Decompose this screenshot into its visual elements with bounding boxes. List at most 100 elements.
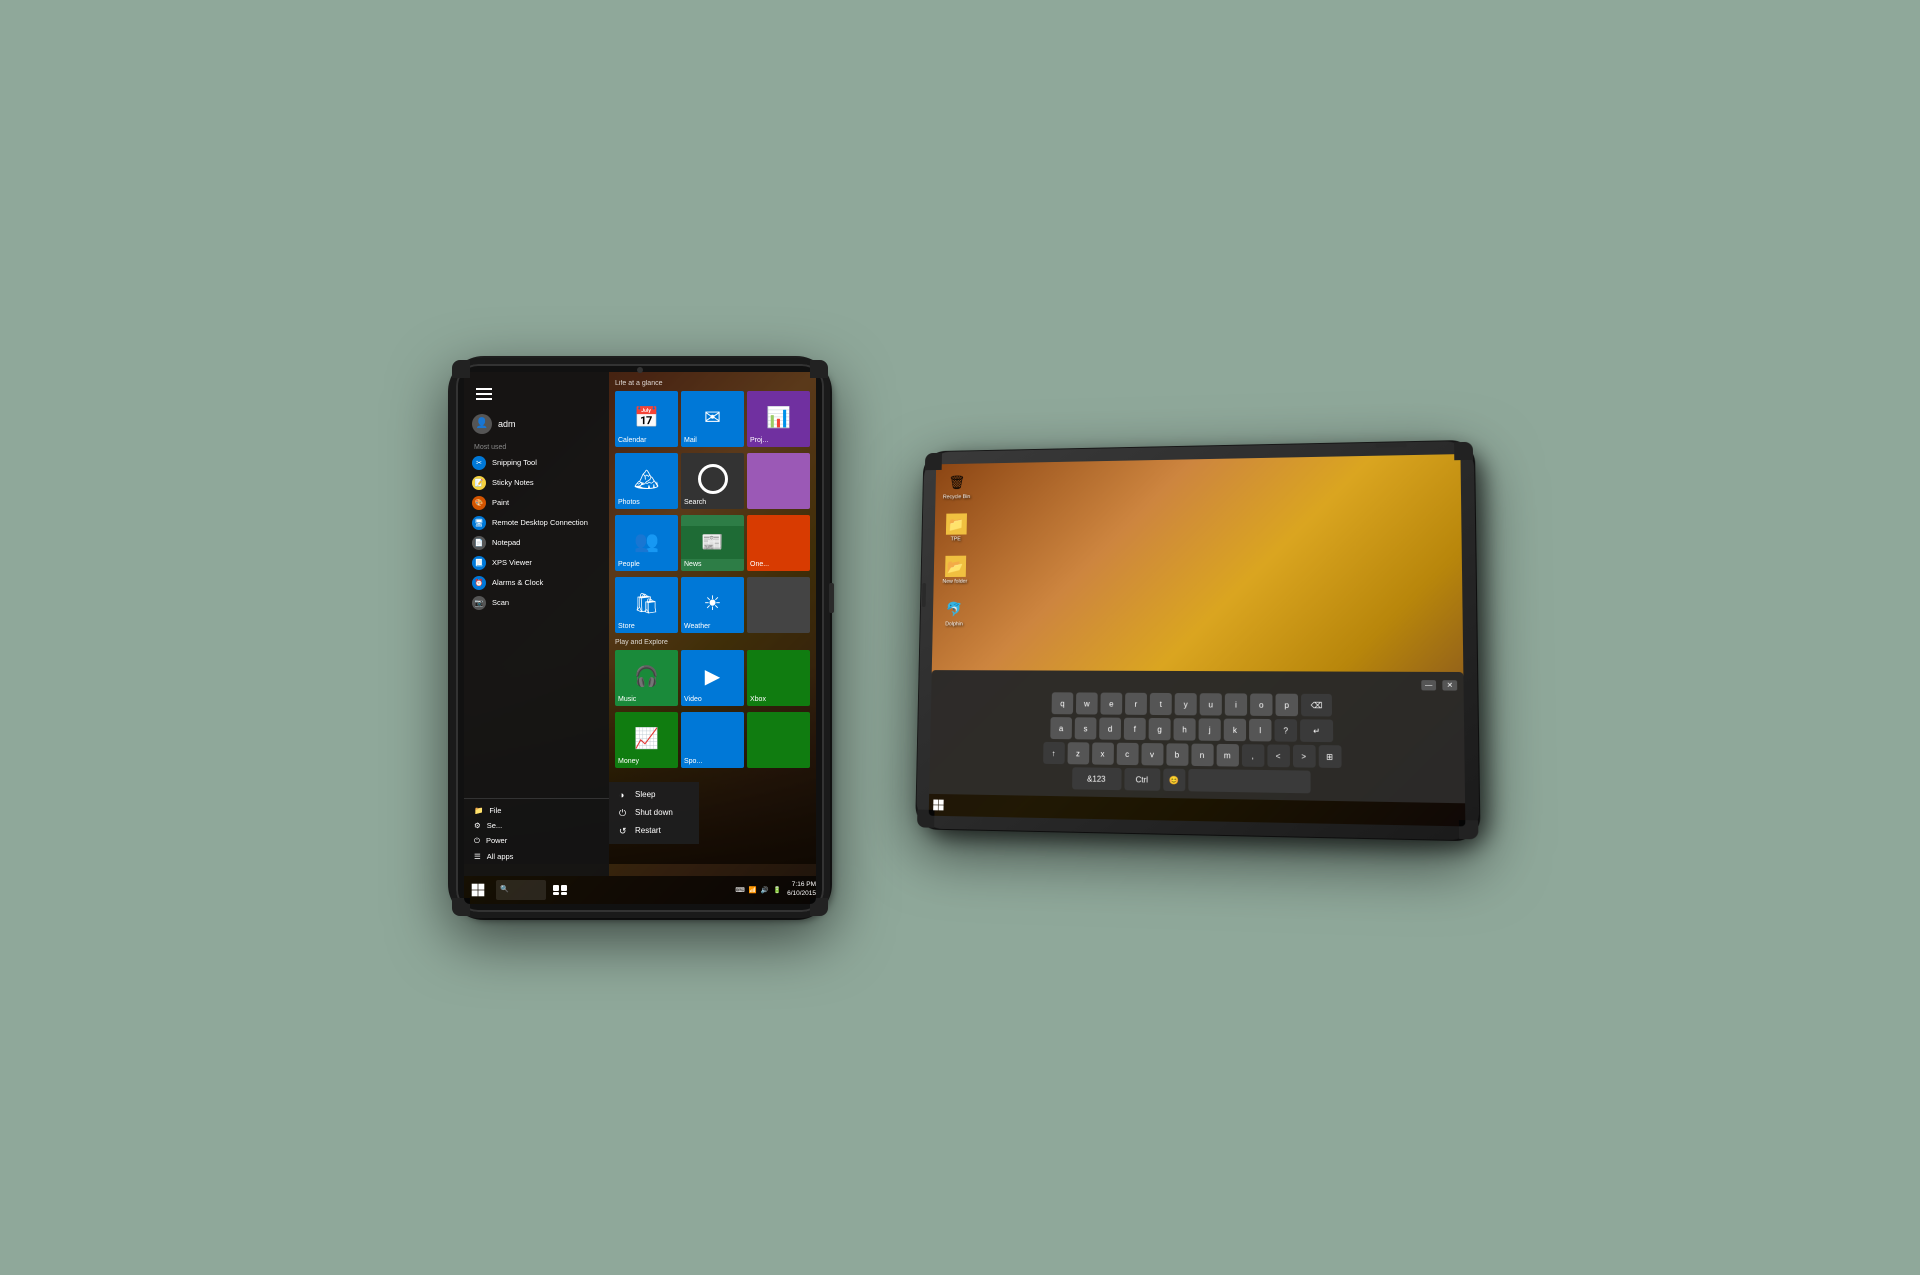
desktop-icon-recycle[interactable]: 🗑 Recycle Bin [943, 471, 971, 500]
key-s[interactable]: s [1075, 717, 1097, 739]
hamburger-menu-icon[interactable] [472, 384, 496, 404]
file-explorer-item[interactable]: 📁 File [464, 803, 609, 818]
app-item-xps[interactable]: 📃 XPS Viewer [464, 553, 609, 573]
app-item-stickynotes[interactable]: 📝 Sticky Notes [464, 473, 609, 493]
restart-option[interactable]: ↺ Restart [609, 822, 699, 840]
key-space[interactable] [1188, 768, 1310, 792]
key-left-arrow[interactable]: < [1267, 744, 1290, 767]
key-layout[interactable]: ⊞ [1318, 745, 1341, 768]
key-right-arrow[interactable]: > [1292, 744, 1315, 767]
keyboard-row-3: ↑ z x c v b n m , < > ⊞ [936, 740, 1459, 769]
key-comma[interactable]: , [1241, 744, 1263, 767]
tile-proj[interactable]: 📊 Proj... [747, 391, 810, 447]
task-view-button[interactable] [550, 880, 570, 900]
tile-mail[interactable]: ✉ Mail [681, 391, 744, 447]
keyboard-row-2: a s d f g h j k l ? ↵ [936, 716, 1458, 743]
tile-news[interactable]: 📰 News [681, 515, 744, 571]
key-z[interactable]: z [1067, 742, 1089, 764]
osk-minimize-button[interactable]: — [1421, 680, 1436, 690]
app-item-rdc[interactable]: 🖥 Remote Desktop Connection [464, 513, 609, 533]
tile-video[interactable]: ▶ Video [681, 650, 744, 706]
key-i[interactable]: i [1225, 693, 1247, 715]
taskbar-search-input[interactable] [496, 880, 546, 900]
osk-close-button[interactable]: ✕ [1442, 680, 1457, 690]
tiles-row1: 📅 Calendar ✉ Mail 📊 Proj... [615, 391, 810, 447]
desktop-icon-tpe[interactable]: 📁 TPE [942, 513, 970, 542]
tile-extra[interactable] [747, 453, 810, 509]
key-num-sym[interactable]: &123 [1072, 767, 1121, 790]
key-k[interactable]: k [1224, 718, 1246, 741]
app-item-scan[interactable]: 📷 Scan [464, 593, 609, 613]
task-view-icon [553, 885, 567, 895]
key-a[interactable]: a [1050, 717, 1072, 739]
tile-money[interactable]: 📈 Money [615, 712, 678, 768]
key-n[interactable]: n [1191, 743, 1213, 766]
key-enter[interactable]: ↵ [1300, 719, 1333, 742]
search-circle [698, 464, 728, 494]
key-question[interactable]: ? [1275, 719, 1298, 742]
key-e[interactable]: e [1100, 692, 1122, 714]
tile-onenote[interactable]: One... [747, 515, 810, 571]
settings-item[interactable]: ⚙ Se... [464, 818, 609, 833]
key-ctrl[interactable]: Ctrl [1124, 767, 1160, 790]
proj-tile-icon: 📊 [766, 405, 791, 430]
new-folder-icon: 📂 [945, 555, 966, 576]
app-item-snipping[interactable]: ✂ Snipping Tool [464, 453, 609, 473]
key-j[interactable]: j [1199, 718, 1221, 741]
scene: 👤 adm Most used ✂ Snipping Tool 📝 Sticky… [0, 0, 1920, 1275]
shutdown-option[interactable]: ⏻ Shut down [609, 804, 699, 822]
key-shift[interactable]: ↑ [1043, 741, 1065, 763]
tile-sports[interactable]: Spo... [681, 712, 744, 768]
tile-music[interactable]: 🎧 Music [615, 650, 678, 706]
key-q[interactable]: q [1052, 692, 1074, 714]
power-item[interactable]: ⏻ Power [464, 833, 609, 849]
tile-misc[interactable] [747, 577, 810, 633]
tiles-row2: 🏔 Photos Search [615, 453, 810, 509]
all-apps-item[interactable]: ☰ All apps [464, 849, 609, 864]
key-h[interactable]: h [1174, 718, 1196, 740]
desktop-icon-dolphin[interactable]: 🐬 Dolphin [940, 598, 968, 627]
key-u[interactable]: u [1200, 693, 1222, 715]
key-m[interactable]: m [1216, 743, 1238, 766]
tile-search[interactable]: Search [681, 453, 744, 509]
key-x[interactable]: x [1092, 742, 1114, 764]
sleep-option[interactable]: ◑ Sleep [609, 786, 699, 804]
osk-titlebar: — ✕ [937, 677, 1457, 690]
key-y[interactable]: y [1175, 693, 1197, 715]
onenote-tile-label: One... [750, 561, 769, 568]
tile-store[interactable]: 🛍 Store [615, 577, 678, 633]
app-item-notepad[interactable]: 📄 Notepad [464, 533, 609, 553]
on-screen-keyboard: — ✕ q w e r t y u i o p [929, 670, 1465, 803]
landscape-bumper-tr [1454, 441, 1473, 459]
tile-people[interactable]: 👥 People [615, 515, 678, 571]
key-g[interactable]: g [1149, 717, 1171, 739]
key-r[interactable]: r [1125, 692, 1147, 714]
desktop-icon-newfolder[interactable]: 📂 New folder [941, 555, 969, 584]
key-l[interactable]: l [1249, 718, 1271, 741]
tile-photos[interactable]: 🏔 Photos [615, 453, 678, 509]
key-b[interactable]: b [1166, 743, 1188, 766]
key-f[interactable]: f [1124, 717, 1146, 739]
start-button[interactable] [464, 876, 492, 904]
key-emoji[interactable]: 😊 [1163, 768, 1185, 791]
tile-calendar[interactable]: 📅 Calendar [615, 391, 678, 447]
key-d[interactable]: d [1099, 717, 1121, 739]
user-section[interactable]: 👤 adm [464, 408, 609, 440]
tile-xbox[interactable]: Xbox [747, 650, 810, 706]
key-p[interactable]: p [1276, 693, 1299, 716]
music-tile-icon: 🎧 [634, 664, 659, 689]
app-item-alarms[interactable]: ⏰ Alarms & Clock [464, 573, 609, 593]
key-v[interactable]: v [1141, 743, 1163, 765]
key-t[interactable]: t [1150, 692, 1172, 714]
desktop-start-button[interactable] [929, 793, 949, 815]
tile-weather[interactable]: ☀ Weather [681, 577, 744, 633]
bumper-tr [810, 360, 828, 378]
photos-tile-label: Photos [618, 499, 640, 506]
app-item-paint[interactable]: 🎨 Paint [464, 493, 609, 513]
desktop-icons-area: 🗑 Recycle Bin 📁 TPE 📂 New folder 🐬 Dolph… [940, 471, 970, 627]
key-backspace[interactable]: ⌫ [1301, 693, 1332, 716]
key-c[interactable]: c [1116, 742, 1138, 764]
tile-misc2[interactable] [747, 712, 810, 768]
key-o[interactable]: o [1250, 693, 1272, 715]
key-w[interactable]: w [1076, 692, 1098, 714]
